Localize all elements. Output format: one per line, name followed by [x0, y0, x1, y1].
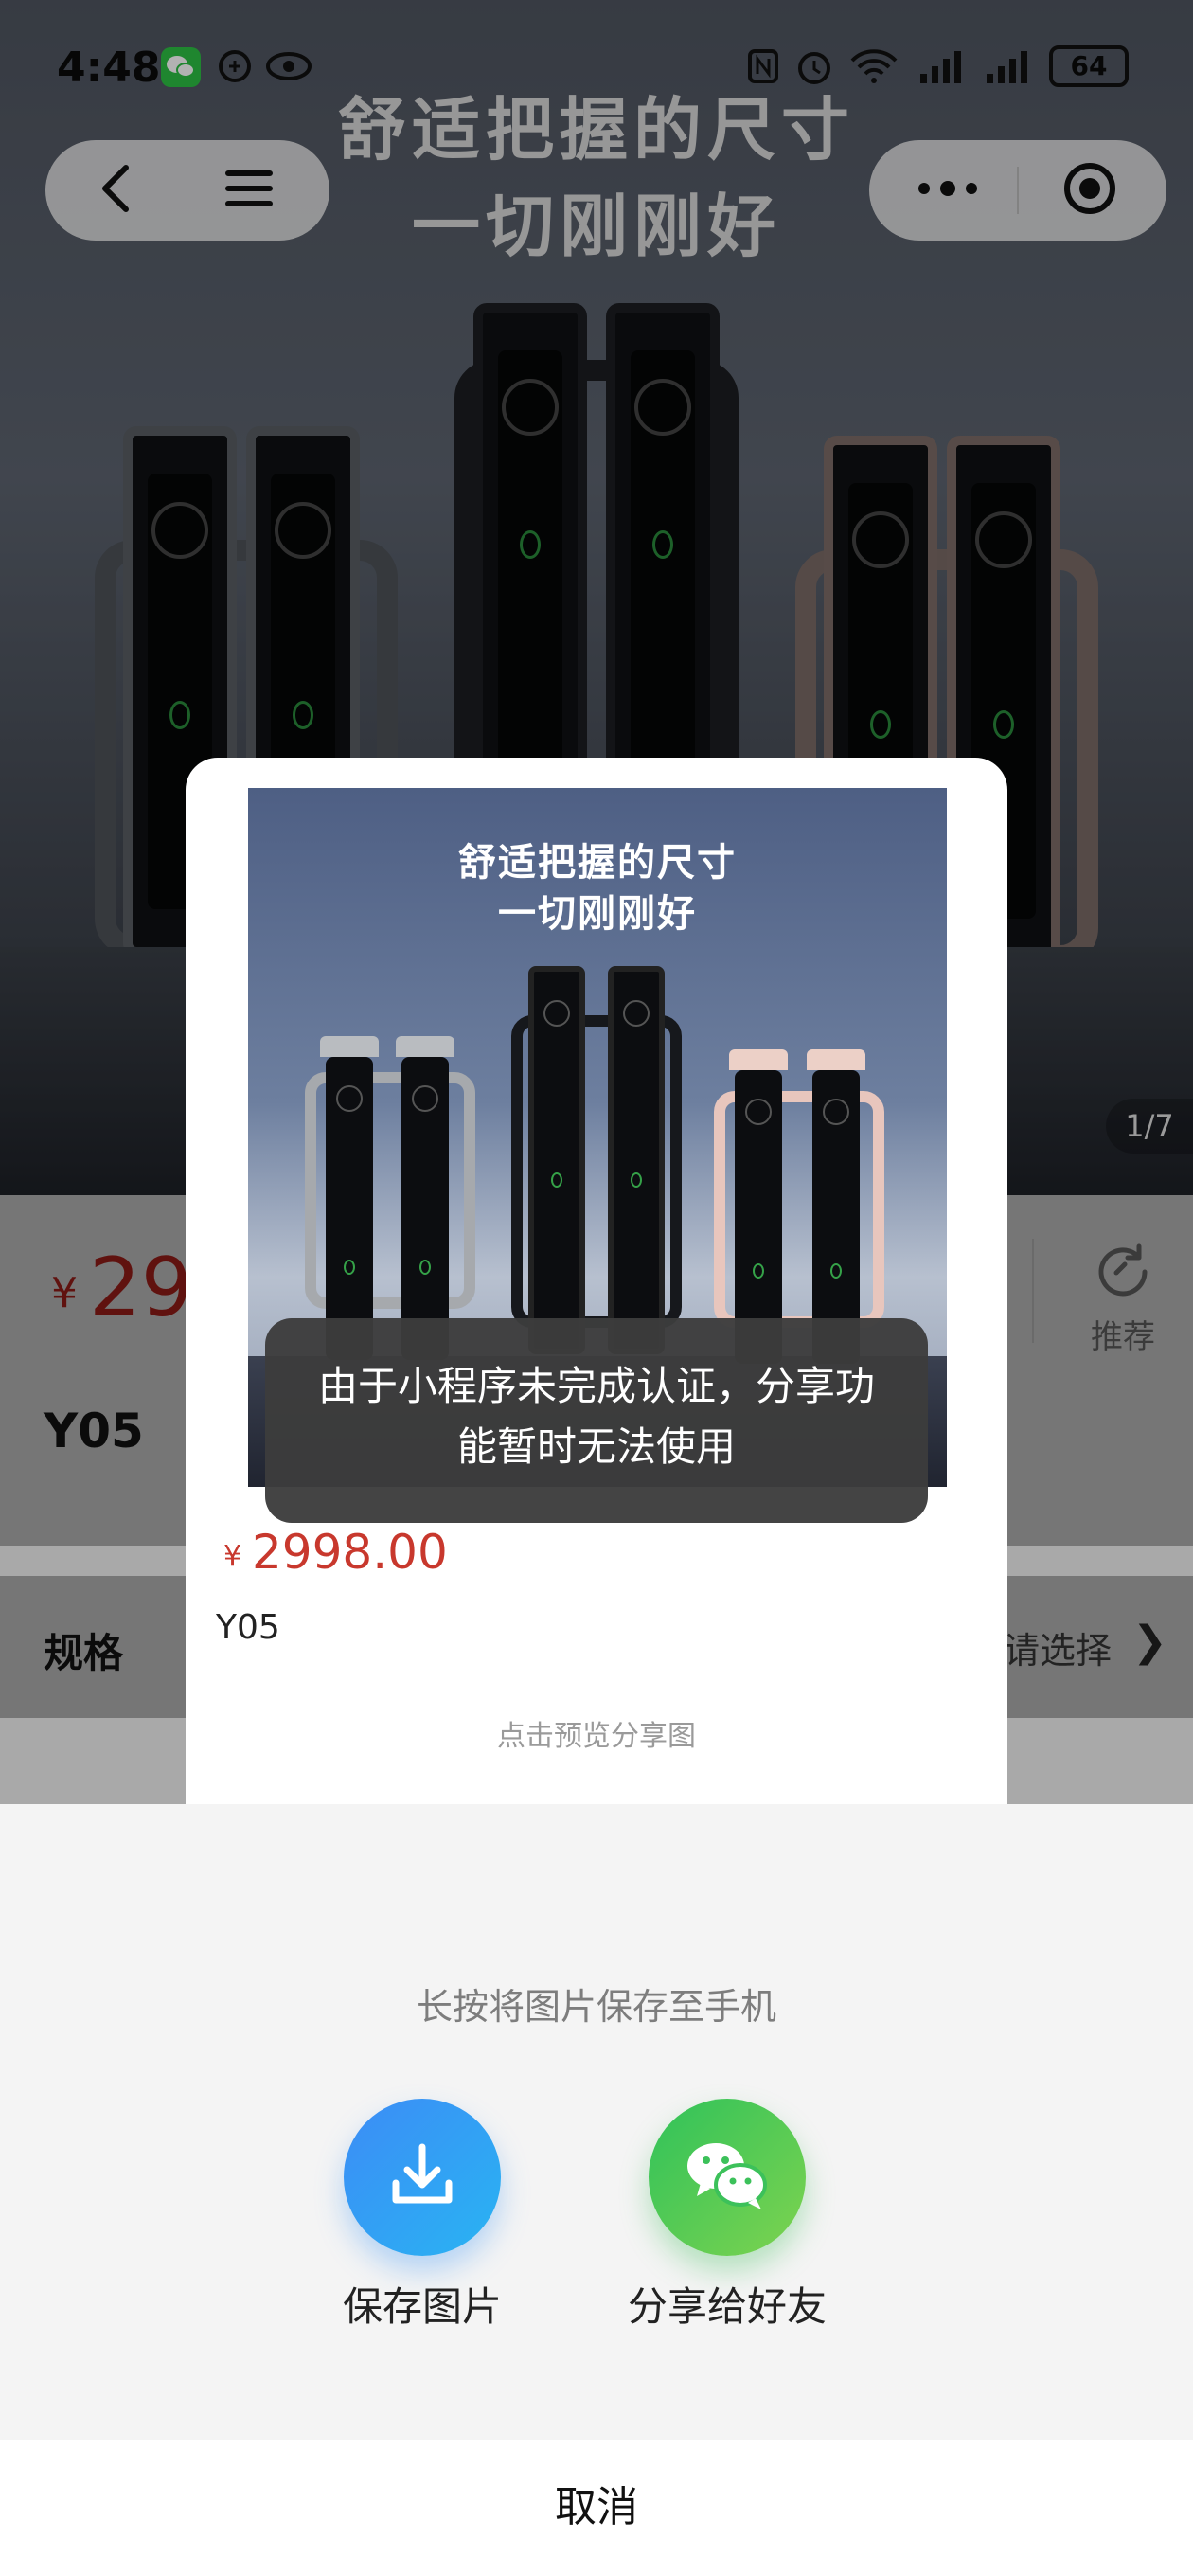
screen: 舒适把握的尺寸 一切刚刚好 1/7 4:48 64 ¥ 29 Y05 推荐 规格… — [0, 0, 1193, 2576]
save-image-action[interactable]: 保存图片 — [299, 2099, 545, 2333]
save-hint-text: 长按将图片保存至手机 — [416, 1986, 776, 2028]
share-friend-action[interactable]: 分享给好友 — [604, 2099, 850, 2333]
preview-share-link[interactable]: 点击预览分享图 — [186, 1712, 1007, 1754]
card-price-currency: ¥ — [223, 1540, 242, 1573]
download-icon — [386, 2139, 458, 2215]
wechat-icon — [682, 2136, 773, 2219]
poster-title-line1: 舒适把握的尺寸 — [458, 841, 737, 885]
card-price: 2998.00 — [252, 1525, 448, 1580]
share-friend-button[interactable] — [649, 2099, 806, 2256]
poster-title-line2: 一切刚刚好 — [498, 892, 697, 936]
toast-message: 由于小程序未完成认证，分享功能暂时无法使用 — [265, 1318, 928, 1523]
cancel-button[interactable]: 取消 — [0, 2440, 1193, 2576]
share-friend-label: 分享给好友 — [627, 2283, 827, 2330]
save-image-button[interactable] — [344, 2099, 501, 2256]
card-product-name: Y05 — [216, 1608, 280, 1647]
save-image-label: 保存图片 — [342, 2283, 502, 2330]
